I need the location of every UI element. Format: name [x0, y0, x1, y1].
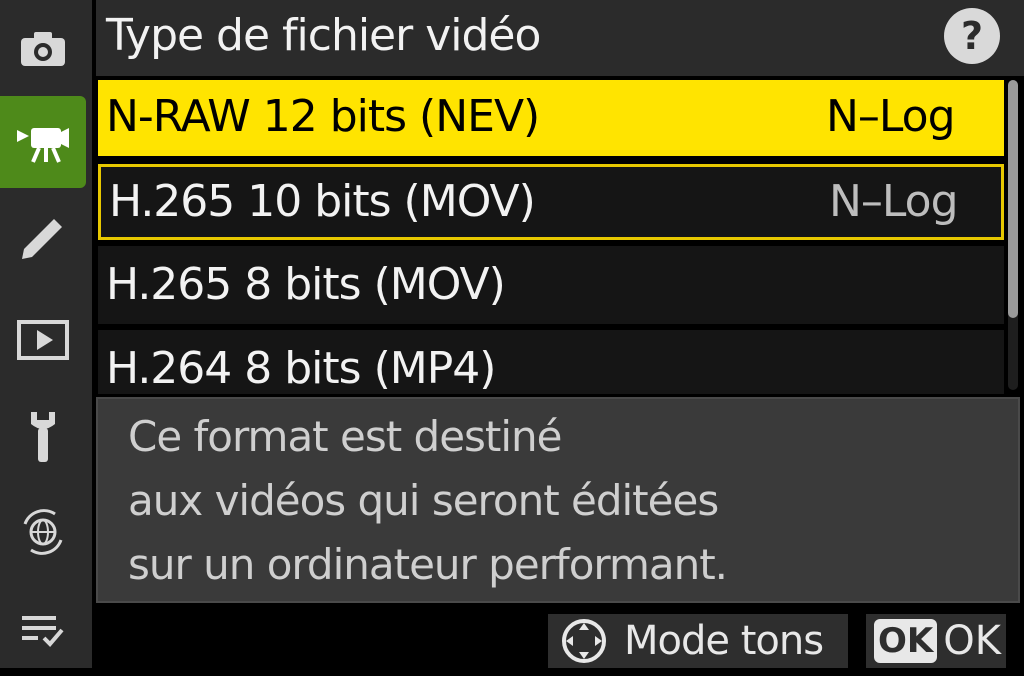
wrench-icon	[31, 412, 55, 462]
tone-mode-button[interactable]: Mode tons	[548, 614, 848, 668]
option-row[interactable]: H.265 8 bits (MOV)	[98, 246, 1004, 324]
option-row[interactable]: N-RAW 12 bits (NEV) N–Log	[98, 80, 1004, 156]
header: Type de fichier vidéo ?	[96, 0, 1024, 76]
multi-selector-icon	[562, 619, 606, 663]
sidebar-item-custom-settings[interactable]	[0, 192, 86, 284]
option-label: H.265 10 bits (MOV)	[109, 176, 536, 227]
option-value: N–Log	[829, 176, 959, 227]
network-globe-icon	[23, 509, 63, 555]
description-line: Ce format est destiné	[128, 412, 563, 461]
video-camera-icon	[17, 128, 69, 163]
description-box: Ce format est destiné aux vidéos qui ser…	[96, 397, 1020, 603]
scrollbar-thumb[interactable]	[1008, 80, 1018, 318]
option-row[interactable]: H.264 8 bits (MP4)	[98, 330, 1004, 394]
play-icon	[17, 320, 69, 360]
ok-badge-icon: OK	[874, 619, 938, 663]
sidebar	[0, 0, 92, 668]
ok-label: OK	[943, 618, 1001, 664]
sidebar-item-network[interactable]	[0, 486, 86, 578]
description-line: sur un ordinateur performant.	[128, 540, 728, 589]
description-line: aux vidéos qui seront éditées	[128, 476, 719, 525]
page-title: Type de fichier vidéo	[106, 10, 541, 61]
option-label: H.265 8 bits (MOV)	[106, 259, 506, 310]
sidebar-item-playback[interactable]	[0, 294, 86, 386]
option-value: N–Log	[826, 91, 956, 142]
sidebar-item-setup[interactable]	[0, 390, 86, 482]
ok-button[interactable]: OK OK	[866, 614, 1006, 668]
sidebar-item-my-menu[interactable]	[0, 584, 86, 676]
tone-mode-label: Mode tons	[624, 618, 824, 664]
footer: Mode tons OK OK	[96, 606, 1024, 668]
option-label: H.264 8 bits (MP4)	[106, 343, 496, 394]
sidebar-item-video-recording[interactable]	[0, 96, 86, 188]
sidebar-item-photo-shooting[interactable]	[0, 2, 86, 94]
main-panel: Type de fichier vidéo ? N-RAW 12 bits (N…	[96, 0, 1024, 668]
option-row[interactable]: H.265 10 bits (MOV) N–Log	[98, 164, 1004, 240]
option-label: N-RAW 12 bits (NEV)	[106, 91, 540, 142]
scrollbar[interactable]	[1008, 80, 1018, 390]
camera-icon	[21, 32, 65, 66]
checklist-icon	[22, 616, 64, 647]
pencil-icon	[22, 219, 62, 259]
help-icon[interactable]: ?	[944, 8, 1000, 64]
